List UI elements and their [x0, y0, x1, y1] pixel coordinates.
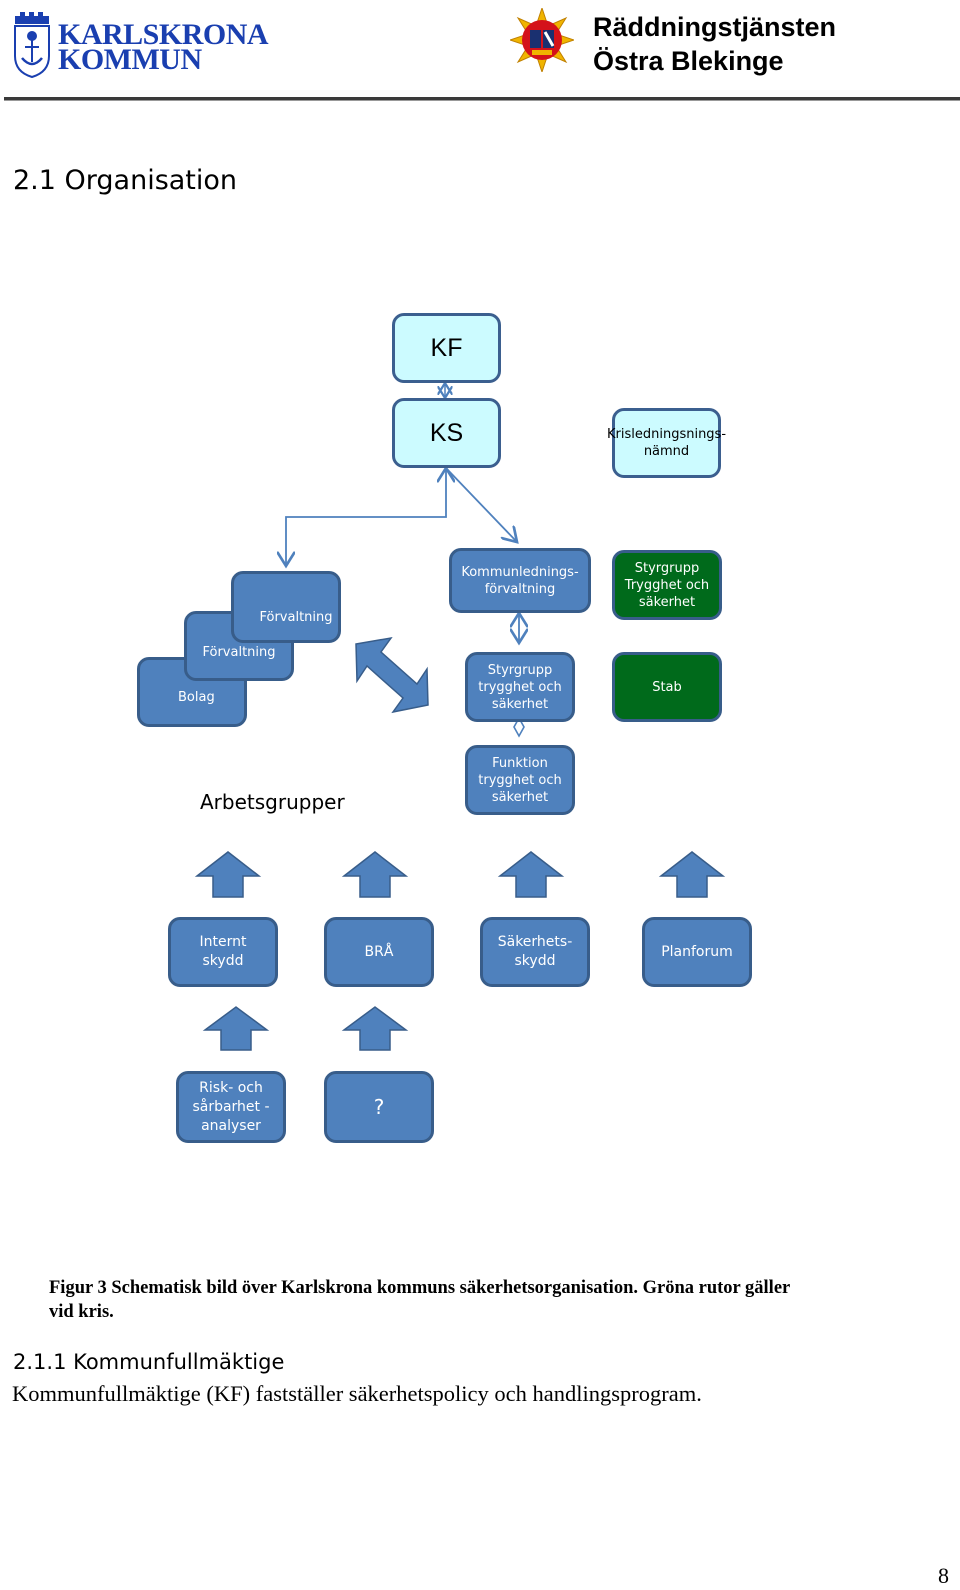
node-label-line: Internt: [199, 934, 247, 950]
section-heading: 2.1 Organisation: [13, 165, 238, 196]
node-forvaltning-label: Förvaltning: [202, 645, 276, 660]
node-label-line: skydd: [514, 953, 556, 969]
up-arrow-icon: [497, 851, 565, 898]
node-label-line: Risk- och: [199, 1079, 263, 1096]
node-unknown: ?: [324, 1071, 434, 1143]
node-label-line: Säkerhets-: [497, 934, 573, 950]
node-stab: Stab: [612, 652, 722, 722]
node-label-line: säkerhet: [491, 789, 549, 805]
karlskrona-coat-of-arms-icon: [14, 12, 50, 78]
subsection-heading: 2.1.1 Kommunfullmäktige: [13, 1350, 285, 1374]
double-arrow-icon: [355, 636, 429, 714]
node-risk-analyser: Risk- och sårbarhet - analyser: [176, 1071, 286, 1143]
node-sakerhetsskydd: Säkerhets-skydd: [480, 917, 590, 987]
node-label-line: nämnd: [643, 444, 690, 459]
node-label-line: analyser: [201, 1117, 261, 1134]
node-label-line: säkerhet: [491, 696, 549, 712]
node-styrgrupp: Styrgrupp trygghet och säkerhet: [465, 652, 575, 722]
node-internt-skydd: Internt skydd: [168, 917, 278, 987]
node-label-line: Funktion: [492, 755, 548, 771]
node-kf-label: KF: [430, 333, 463, 362]
node-label-line: Kommunlednings-: [461, 564, 579, 580]
rescue-title-line2: Östra Blekinge: [593, 46, 784, 76]
node-label-line: förvaltning: [484, 581, 556, 597]
up-arrow-icon: [658, 851, 726, 898]
up-arrow-icon: [341, 851, 409, 898]
node-funktion: Funktion trygghet och säkerhet: [465, 745, 575, 815]
up-arrow-icon: [202, 1006, 270, 1051]
node-bra: BRÅ: [324, 917, 434, 987]
figure-caption: Figur 3 Schematisk bild över Karlskrona …: [49, 1278, 790, 1322]
node-label-line: trygghet och: [478, 772, 562, 788]
node-krisledningsnamnd: Krisledningsnings-nämnd: [607, 408, 726, 478]
node-label-line: skydd: [202, 953, 244, 969]
node-label-line: säkerhet: [638, 594, 696, 610]
ks-forvaltning-connector: [286, 468, 446, 566]
node-label-line: trygghet och: [478, 679, 562, 695]
node-styrgrupp-kris: Styrgrupp Trygghet och säkerhet: [612, 550, 722, 620]
header-divider: [4, 97, 960, 101]
node-planforum: Planforum: [642, 917, 752, 987]
node-planforum-label: Planforum: [661, 943, 733, 960]
karlskrona-kommun-logo: KARLSKRONA KOMMUN: [12, 12, 277, 78]
body-paragraph: Kommunfullmäktige (KF) fastställer säker…: [12, 1381, 702, 1406]
node-label-line: sårbarhet -: [192, 1098, 270, 1115]
up-arrow-icon: [341, 1006, 409, 1051]
node-forvaltning-label: Förvaltning: [259, 609, 333, 625]
rescue-service-title: Räddningstjänsten Östra Blekinge: [593, 10, 836, 78]
rescue-title-line1: Räddningstjänsten: [593, 12, 837, 42]
node-forvaltning-front: Förvaltning: [231, 571, 341, 643]
ks-klf-connector: [445, 467, 517, 542]
fire-rescue-star-emblem-icon: [508, 6, 576, 74]
node-kf: KF: [392, 313, 501, 383]
page-number: 8: [938, 1563, 949, 1588]
node-label-line: Krisledningsnings-: [606, 427, 727, 442]
node-ks: KS: [392, 398, 501, 468]
node-ks-label: KS: [429, 418, 464, 447]
node-label-line: Styrgrupp: [487, 662, 553, 678]
node-bolag-label: Bolag: [178, 689, 215, 705]
node-unknown-label: ?: [373, 1094, 385, 1119]
node-label-line: Trygghet och: [624, 577, 710, 593]
node-stab-label: Stab: [652, 679, 682, 695]
node-label-line: Styrgrupp: [634, 560, 700, 576]
arbetsgrupper-label: Arbetsgrupper: [200, 790, 345, 814]
node-kommunledningsforvaltning: Kommunlednings-förvaltning: [449, 548, 591, 613]
up-arrow-icon: [194, 851, 262, 898]
node-bra-label: BRÅ: [364, 943, 394, 960]
